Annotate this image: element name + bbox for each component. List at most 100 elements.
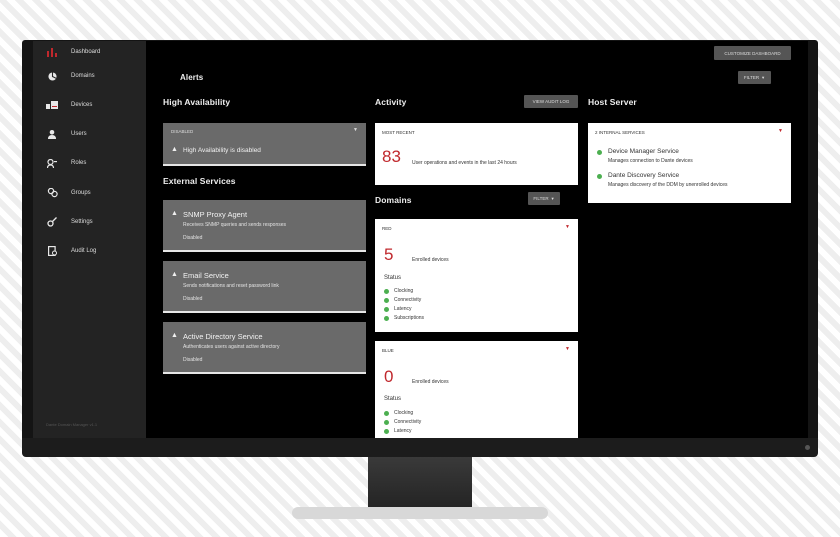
status-row: Connectivity [384,419,421,425]
filter-label: FILTER [743,75,760,80]
status-label: Clocking [394,410,414,416]
ok-dot-icon [384,315,389,321]
monitor-stand [368,456,472,513]
bar-chart-icon [46,46,58,58]
caret-down-icon: ▼ [761,75,766,80]
domain-card-blue[interactable]: BLUE ▼ 0 Enrolled devices Status Clockin… [375,341,578,438]
ha-state-label: DISABLED [171,129,194,134]
domain-count-text: Enrolled devices [412,379,449,385]
sidebar-item-roles[interactable]: Roles [33,152,146,174]
domain-device-count: 5 [384,245,394,264]
status-label: Connectivity [394,419,422,425]
activity-count-text: User operations and events in the last 2… [412,160,517,166]
status-label: Latency [394,428,412,434]
domain-status-title: Status [384,396,402,402]
settings-icon [46,216,58,228]
status-row: Clocking [384,410,413,416]
ha-message: High Availability is disabled [183,147,261,154]
sidebar-item-domains[interactable]: Domains [33,65,146,87]
domains-filter-button[interactable]: FILTER ▼ [528,192,560,205]
service-card-email[interactable]: ▲ Email Service Sends notifications and … [163,261,366,313]
service-desc: Authenticates users against active direc… [183,344,280,350]
ok-dot-icon [597,150,602,155]
power-led [805,445,810,450]
service-name: SNMP Proxy Agent [183,210,248,219]
sidebar-item-label: Domains [71,73,95,79]
sidebar-item-devices[interactable]: Devices [33,94,146,116]
caret-down-icon: ▼ [550,196,555,201]
monitor-base [292,507,548,519]
high-availability-card[interactable]: DISABLED ▼ ▲ High Availability is disabl… [163,123,366,166]
sidebar-item-label: Settings [71,219,93,225]
external-services-title: External Services [163,176,236,186]
status-row: Latency [384,428,412,434]
domain-count-text: Enrolled devices [412,257,449,263]
status-label: Latency [394,306,412,312]
warning-icon: ▲ [171,271,178,278]
sidebar-item-users[interactable]: Users [33,123,146,145]
devices-icon [46,99,58,111]
app-version: Dante Domain Manager v1.1 [46,422,98,427]
status-row: Connectivity [384,297,421,303]
view-audit-log-label: VIEW AUDIT LOG [532,99,570,104]
status-label: Connectivity [394,297,422,303]
ok-dot-icon [384,297,389,303]
ok-dot-icon [384,288,389,294]
ok-dot-icon [384,419,389,425]
ok-dot-icon [384,410,389,416]
sidebar-item-dashboard[interactable]: Dashboard [33,41,146,63]
service-status: Disabled [183,357,203,363]
host-service-name: Dante Discovery Service [608,172,680,179]
high-availability-title: High Availability [163,97,231,107]
view-audit-log-button[interactable]: VIEW AUDIT LOG [524,95,578,108]
monitor-chin [22,438,818,457]
audit-log-icon [46,245,58,257]
user-icon [46,128,58,140]
service-card-active-directory[interactable]: ▲ Active Directory Service Authenticates… [163,322,366,374]
ok-dot-icon [384,428,389,434]
sidebar-item-label: Devices [71,102,93,108]
caret-down-icon[interactable]: ▼ [353,127,358,133]
status-row: Subscriptions [384,315,424,321]
sidebar-item-label: Dashboard [71,49,101,55]
domains-title: Domains [375,195,412,205]
warning-icon: ▲ [171,210,178,217]
domain-device-count: 0 [384,367,394,386]
activity-card: MOST RECENT 83 User operations and event… [375,123,578,185]
host-server-card[interactable]: 2 INTERNAL SERVICES ▼ Device Manager Ser… [588,123,791,203]
service-name: Email Service [183,271,229,280]
sidebar-item-label: Roles [71,160,87,166]
caret-down-icon[interactable]: ▼ [778,128,783,134]
sidebar-item-groups[interactable]: Groups [33,182,146,204]
caret-down-icon[interactable]: ▼ [565,346,570,352]
customize-dashboard-button[interactable]: CUSTOMIZE DASHBOARD [714,46,791,60]
activity-card-label: MOST RECENT [382,130,415,135]
sidebar-item-settings[interactable]: Settings [33,211,146,233]
alerts-filter-button[interactable]: FILTER ▼ [738,71,771,84]
service-status: Disabled [183,296,203,302]
sidebar: Dashboard Domains Devices Users Roles Gr… [33,41,146,438]
customize-dashboard-label: CUSTOMIZE DASHBOARD [724,50,781,56]
host-service-name: Device Manager Service [608,148,679,155]
sidebar-item-label: Groups [71,190,91,196]
service-card-snmp[interactable]: ▲ SNMP Proxy Agent Receives SNMP queries… [163,200,366,252]
service-name: Active Directory Service [183,332,263,341]
activity-count: 83 [382,147,401,166]
host-service-desc: Manages discovery of the DDM by unenroll… [608,182,728,188]
app-screen: Dashboard Domains Devices Users Roles Gr… [33,41,808,438]
status-row: Clocking [384,288,413,294]
domains-icon [46,70,58,82]
status-label: Clocking [394,288,414,294]
caret-down-icon[interactable]: ▼ [565,224,570,230]
service-desc: Sends notifications and reset password l… [183,283,279,289]
warning-icon: ▲ [171,332,178,339]
ok-dot-icon [597,174,602,179]
sidebar-item-audit-log[interactable]: Audit Log [33,240,146,262]
internal-services-label: 2 INTERNAL SERVICES [595,130,645,135]
host-service-desc: Manages connection to Dante devices [608,158,693,164]
domain-name: RED [382,226,392,231]
status-label: Subscriptions [394,315,425,321]
ok-dot-icon [384,306,389,312]
domain-card-red[interactable]: RED ▼ 5 Enrolled devices Status Clocking… [375,219,578,332]
activity-title: Activity [375,97,407,107]
